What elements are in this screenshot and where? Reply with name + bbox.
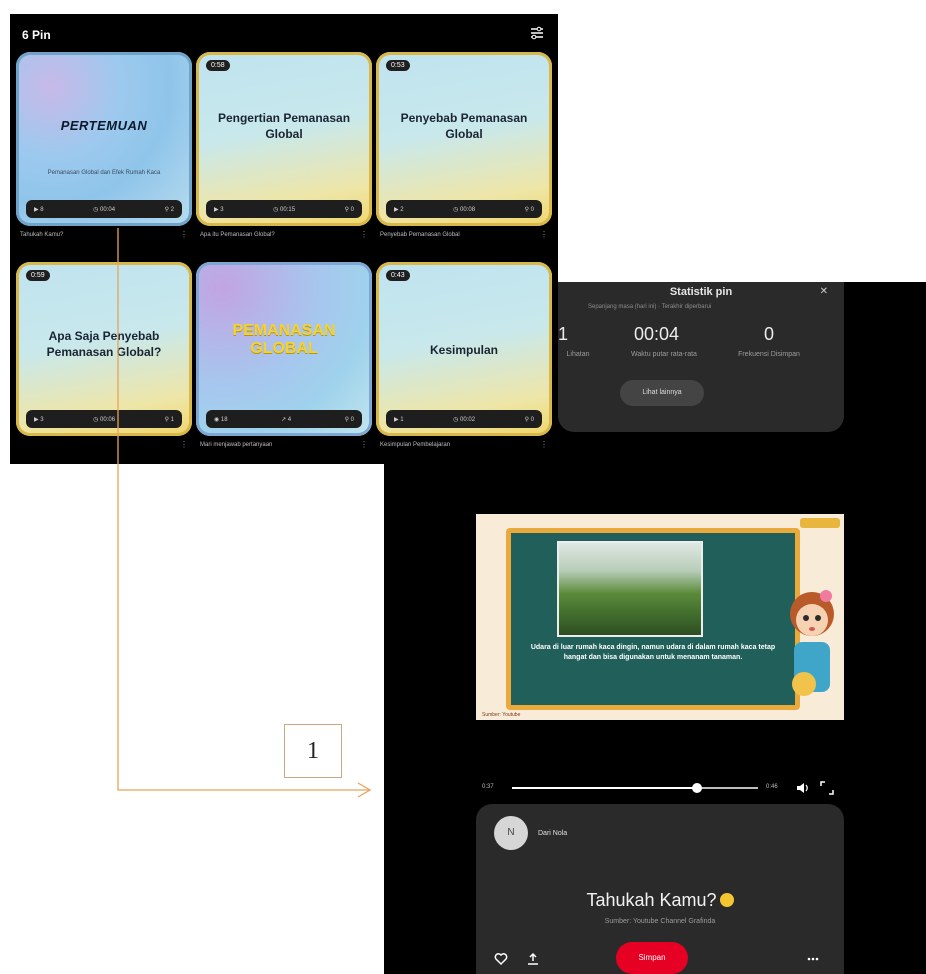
play-count: ▶ 1 [394, 416, 404, 423]
duration-badge: 0:43 [386, 270, 410, 281]
pin-card-stats: ▶ 1 ◷ 00:02 ⚲ 0 [386, 410, 542, 428]
save-button[interactable]: Simpan [616, 942, 688, 974]
pin-card-title: Penyebab Pemanasan Global [400, 111, 528, 141]
pin-card-stats: ▶ 8 ◷ 00:04 ⚲ 2 [26, 200, 182, 218]
more-icon[interactable]: ⋮ [540, 440, 548, 449]
more-icon[interactable]: ⋮ [360, 230, 368, 239]
pin-card-caption: Mari menjawab pertanyaan [200, 442, 273, 448]
save-count: ⚲ 0 [524, 206, 534, 213]
pin-card-title: PERTEMUAN [60, 118, 148, 133]
smile-emoji-icon [719, 893, 734, 907]
pin-title: Tahukah Kamu? [476, 890, 844, 911]
progress-thumb[interactable] [691, 783, 702, 793]
duration-badge: 0:53 [386, 60, 410, 71]
current-time: 0:37 [482, 784, 494, 790]
pin-card-caption: Tahukah Kamu? [20, 232, 64, 238]
cartoon-girl-illustration [790, 590, 834, 696]
author-name[interactable]: Dari Nola [538, 830, 567, 837]
stats-title: Statistik pin [669, 286, 733, 298]
more-icon[interactable]: ⋮ [180, 440, 188, 449]
pin-card-stats: ▶ 3 ◷ 00:15 ⚲ 0 [206, 200, 362, 218]
avatar[interactable]: N [494, 816, 528, 850]
player-controls: 0:37 0:46 [482, 780, 842, 796]
video-chalkboard: Udara di luar rumah kaca dingin, namun u… [506, 528, 800, 710]
annotation-label: 1 [284, 724, 342, 778]
pin-card[interactable]: 0:59 Apa Saja Penyebab Pemanasan Global?… [16, 262, 192, 436]
video-caption: Sumber: Youtube [482, 712, 521, 718]
pin-source: Sumber: Youtube Channel Grafinda [604, 918, 716, 925]
more-icon[interactable] [806, 952, 820, 966]
pin-card-title: Pengertian Pemanasan Global [217, 111, 351, 141]
pin-card-stats: ◉ 18 ↗ 4 ⚲ 0 [206, 410, 362, 428]
pin-card-caption: Penyebab Pemanasan Global [380, 232, 460, 238]
stat-label: Lihatan [566, 351, 590, 358]
see-more-button[interactable]: Lihat lainnya [620, 380, 704, 406]
pin-card[interactable]: PEMANASAN GLOBAL ◉ 18 ↗ 4 ⚲ 0 [196, 262, 372, 436]
fullscreen-icon[interactable] [820, 781, 834, 795]
pin-stats-box: Statistik pin ✕ Sepanjang masa (hari ini… [558, 282, 844, 432]
watch-time: ◷ 00:15 [273, 206, 296, 213]
pin-card[interactable]: 0:43 Kesimpulan ▶ 1 ◷ 00:02 ⚲ 0 [376, 262, 552, 436]
more-icon[interactable]: ⋮ [360, 440, 368, 449]
play-count: ▶ 3 [214, 206, 224, 213]
save-count: ⚲ 0 [344, 206, 354, 213]
stat-label: Frekuensi Disimpan [738, 351, 800, 358]
watch-time: ◷ 00:04 [93, 206, 116, 213]
pin-card-caption: Kesimpulan Pembelajaran [380, 442, 451, 448]
save-count: ⚲ 1 [164, 416, 174, 423]
watch-time: ◷ 00:08 [453, 206, 476, 213]
pin-card-title: PEMANASAN GLOBAL [232, 322, 336, 357]
more-icon[interactable]: ⋮ [180, 230, 188, 239]
pin-card-stats: ▶ 2 ◷ 00:08 ⚲ 0 [386, 200, 542, 218]
volume-icon[interactable] [796, 781, 810, 795]
duration-time: 0:46 [766, 784, 778, 790]
filter-icon[interactable] [530, 26, 544, 40]
save-count: ⚲ 0 [524, 416, 534, 423]
more-icon[interactable]: ⋮ [540, 230, 548, 239]
pin-card-title: Apa Saja Penyebab Pemanasan Global? [46, 329, 162, 359]
stats-subtitle: Sepanjang masa (hari ini) · Terakhir dip… [588, 304, 712, 310]
pin-card[interactable]: PERTEMUAN Pemanasan Global dan Efek Ruma… [16, 52, 192, 226]
stat-value: 1 [558, 324, 569, 344]
watch-time: ◷ 00:02 [453, 416, 476, 423]
video-topbar [800, 518, 840, 528]
pins-grid-panel: 6 Pin PERTEMUAN Pemanasan Global dan Efe… [10, 14, 558, 464]
pin-card-stats: ▶ 3 ◷ 00:06 ⚲ 1 [26, 410, 182, 428]
video-text: Udara di luar rumah kaca dingin, namun u… [530, 644, 776, 661]
play-count: ▶ 3 [34, 416, 44, 423]
pin-card-subtitle: Pemanasan Global dan Efek Rumah Kaca [47, 170, 161, 176]
click-count: ↗ 4 [281, 416, 292, 423]
stat-value: 00:04 [634, 324, 680, 344]
play-count: ▶ 2 [394, 206, 404, 213]
close-icon[interactable]: ✕ [820, 286, 828, 297]
pin-card[interactable]: 0:58 Pengertian Pemanasan Global ▶ 3 ◷ 0… [196, 52, 372, 226]
heart-icon[interactable] [494, 952, 508, 966]
save-count: ⚲ 0 [344, 416, 354, 423]
pin-card[interactable]: 0:53 Penyebab Pemanasan Global ▶ 2 ◷ 00:… [376, 52, 552, 226]
share-icon[interactable] [526, 952, 540, 966]
save-count: ⚲ 2 [164, 206, 174, 213]
duration-badge: 0:58 [206, 60, 230, 71]
watch-time: ◷ 00:06 [93, 416, 116, 423]
pin-card-caption: Apa itu Pemanasan Global? [200, 232, 275, 238]
progress-fill [512, 787, 697, 789]
duration-badge: 0:59 [26, 270, 50, 281]
video-player[interactable]: Udara di luar rumah kaca dingin, namun u… [476, 514, 844, 720]
greenhouse-image [557, 541, 703, 637]
stat-label: Waktu putar rata-rata [631, 351, 697, 358]
view-count: ◉ 18 [214, 416, 228, 423]
progress-track[interactable] [512, 783, 758, 793]
pin-info-box: N Dari Nola Tahukah Kamu? Sumber: Youtub… [476, 804, 844, 974]
stat-value: 0 [764, 324, 775, 344]
play-count: ▶ 8 [34, 206, 44, 213]
pin-card-title: Kesimpulan [429, 343, 498, 357]
pins-count-header: 6 Pin [22, 28, 51, 42]
